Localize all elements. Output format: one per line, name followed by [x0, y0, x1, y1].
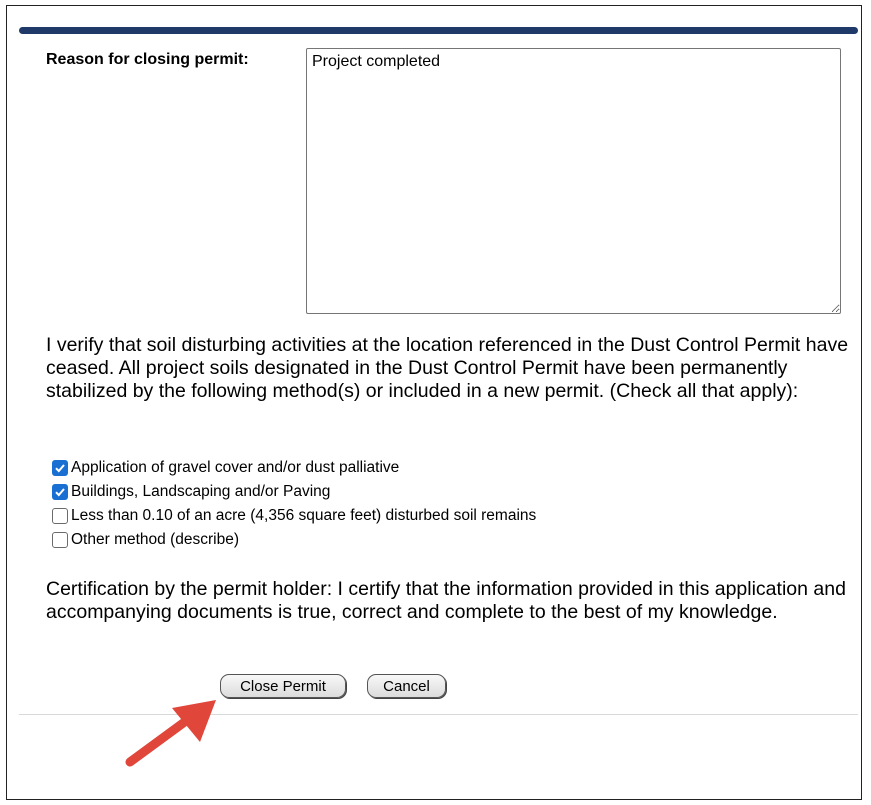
option-buildings[interactable]: Buildings, Landscaping and/or Paving — [52, 480, 536, 504]
option-label: Less than 0.10 of an acre (4,356 square … — [71, 507, 537, 524]
option-label: Application of gravel cover and/or dust … — [71, 459, 400, 476]
option-label: Other method (describe) — [71, 531, 239, 548]
header-bar — [19, 27, 858, 34]
option-less-than-acre[interactable]: Less than 0.10 of an acre (4,356 square … — [52, 504, 536, 528]
checkbox-gravel-cover[interactable] — [52, 460, 68, 476]
checkbox-other-method[interactable] — [52, 532, 68, 548]
option-gravel-cover[interactable]: Application of gravel cover and/or dust … — [52, 456, 536, 480]
checkmark-icon — [55, 464, 65, 473]
verification-statement: I verify that soil disturbing activities… — [46, 334, 849, 402]
checkmark-icon — [55, 488, 65, 497]
checkbox-buildings[interactable] — [52, 484, 68, 500]
close-permit-button[interactable]: Close Permit — [220, 674, 346, 698]
certification-statement: Certification by the permit holder: I ce… — [46, 578, 846, 623]
reason-textarea[interactable]: Project completed — [306, 48, 841, 314]
checkbox-less-than-acre[interactable] — [52, 508, 68, 524]
reason-label: Reason for closing permit: — [46, 51, 249, 68]
option-label: Buildings, Landscaping and/or Paving — [71, 483, 331, 500]
cancel-button[interactable]: Cancel — [367, 674, 446, 698]
stabilization-methods: Application of gravel cover and/or dust … — [52, 456, 536, 552]
annotation-arrow-icon — [125, 700, 216, 767]
option-other-method[interactable]: Other method (describe) — [52, 528, 536, 552]
